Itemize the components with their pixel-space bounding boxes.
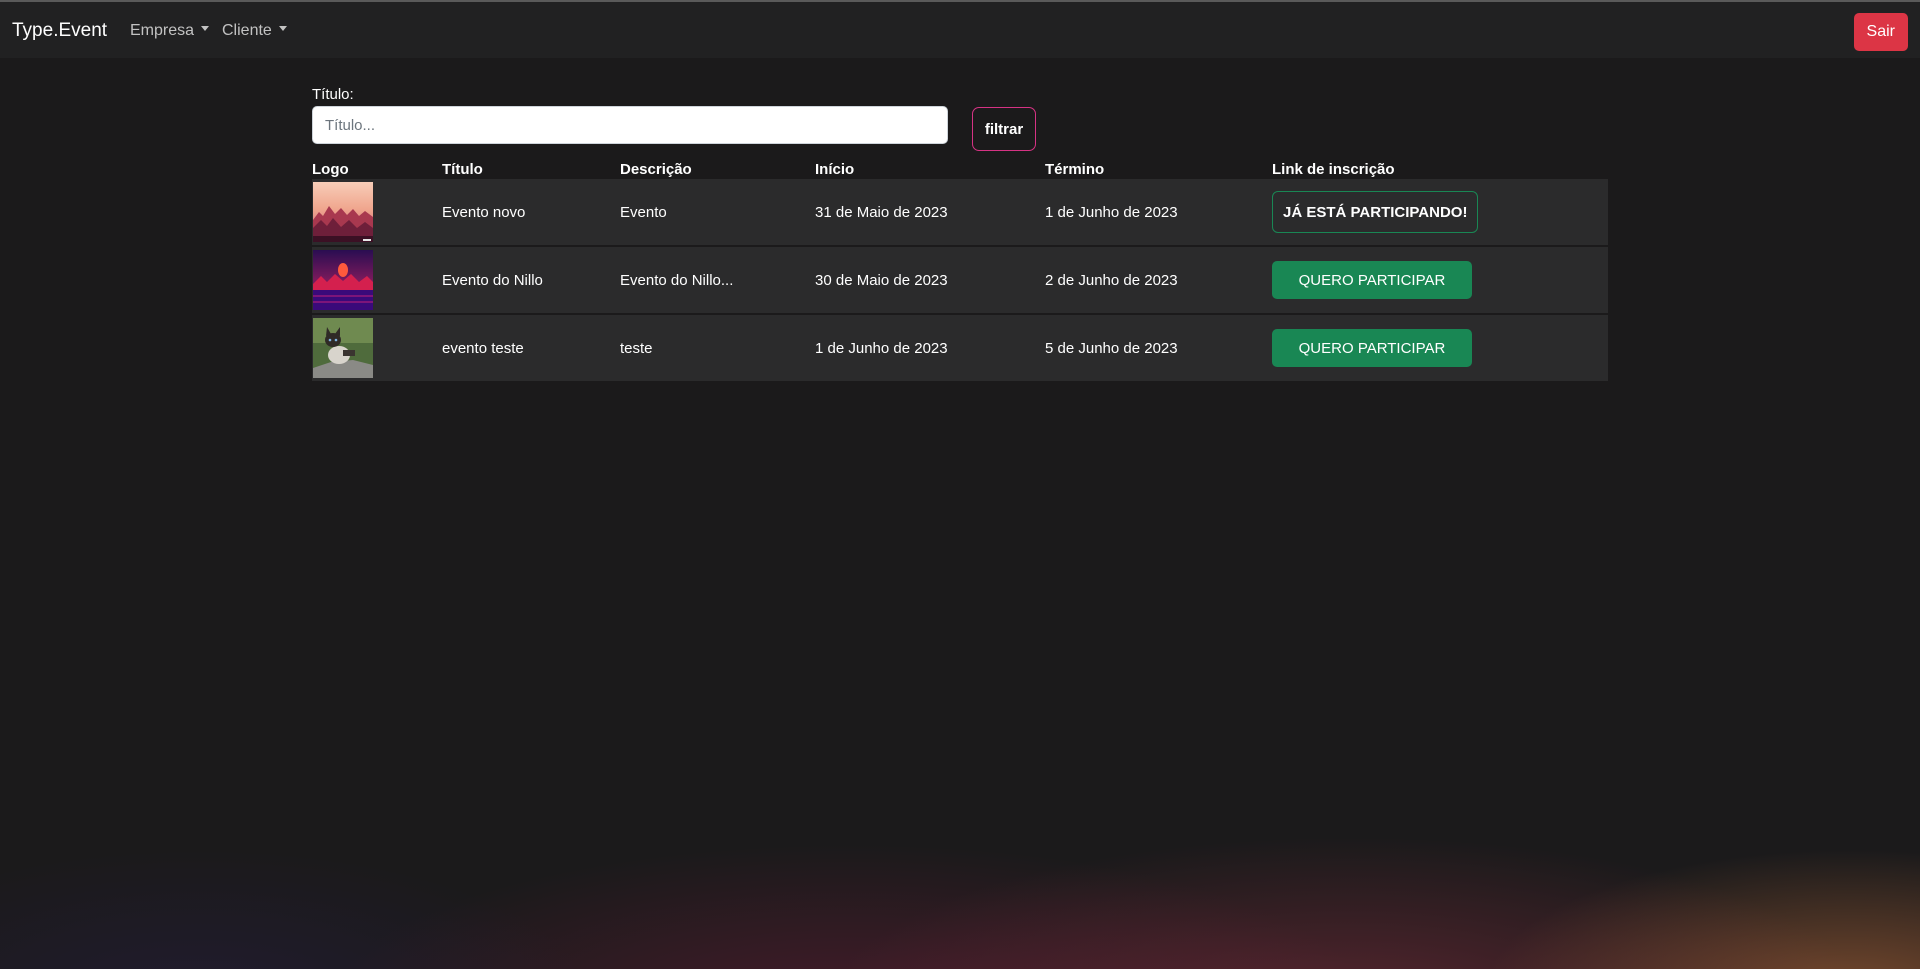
event-end-date: 2 de Junho de 2023 xyxy=(1045,247,1272,315)
filter-button[interactable]: filtrar xyxy=(972,107,1036,151)
event-start-date: 30 de Maio de 2023 xyxy=(815,247,1045,315)
column-header-link: Link de inscrição xyxy=(1272,161,1395,178)
cat-photo-image xyxy=(313,318,373,378)
action-cell: QUERO PARTICIPAR xyxy=(1272,247,1608,315)
column-header-end: Término xyxy=(1045,161,1105,178)
event-start-date: 31 de Maio de 2023 xyxy=(815,179,1045,247)
menu-empresa-label: Empresa xyxy=(130,22,195,39)
column-header-title: Título xyxy=(442,161,483,178)
table-row: evento teste teste 1 de Junho de 2023 5 … xyxy=(312,315,1608,383)
already-participating-button[interactable]: JÁ ESTÁ PARTICIPANDO! xyxy=(1272,191,1479,233)
column-header-logo: Logo xyxy=(312,161,349,178)
sunset-landscape-image xyxy=(313,182,373,242)
action-cell: QUERO PARTICIPAR xyxy=(1272,315,1608,383)
chevron-down-icon xyxy=(201,26,210,32)
title-filter-input[interactable] xyxy=(312,106,948,144)
event-title: Evento do Nillo xyxy=(442,247,620,315)
event-description: Evento do Nillo... xyxy=(620,247,815,315)
brand-logo[interactable]: Type.Event xyxy=(12,20,107,42)
event-title: Evento novo xyxy=(442,179,620,247)
menu-cliente-label: Cliente xyxy=(222,22,272,39)
event-description: Evento xyxy=(620,179,815,247)
action-cell: JÁ ESTÁ PARTICIPANDO! xyxy=(1272,179,1608,247)
logo-cell xyxy=(312,179,442,247)
logout-button[interactable]: Sair xyxy=(1853,13,1908,51)
title-filter-label: Título: xyxy=(312,86,354,103)
column-header-start: Início xyxy=(815,161,855,178)
synthwave-sun-image xyxy=(313,250,373,310)
join-event-button[interactable]: QUERO PARTICIPAR xyxy=(1272,329,1472,367)
table-row: Evento do Nillo Evento do Nillo... 30 de… xyxy=(312,247,1608,315)
event-start-date: 1 de Junho de 2023 xyxy=(815,315,1045,383)
event-title: evento teste xyxy=(442,315,620,383)
chevron-down-icon xyxy=(278,26,287,32)
event-end-date: 5 de Junho de 2023 xyxy=(1045,315,1272,383)
table-header-row: Logo Título Descrição Início Término Lin… xyxy=(312,154,1608,179)
menu-cliente[interactable]: Cliente xyxy=(222,22,287,40)
logo-cell xyxy=(312,315,442,383)
event-description: teste xyxy=(620,315,815,383)
column-header-description: Descrição xyxy=(620,161,692,178)
table-row: Evento novo Evento 31 de Maio de 2023 1 … xyxy=(312,179,1608,247)
join-event-button[interactable]: QUERO PARTICIPAR xyxy=(1272,261,1472,299)
menu-empresa[interactable]: Empresa xyxy=(130,22,210,40)
events-table: Logo Título Descrição Início Término Lin… xyxy=(312,154,1608,383)
event-end-date: 1 de Junho de 2023 xyxy=(1045,179,1272,247)
logo-cell xyxy=(312,247,442,315)
navbar: Type.Event Empresa Cliente Sair xyxy=(0,0,1920,58)
background-gradient xyxy=(0,0,1920,969)
